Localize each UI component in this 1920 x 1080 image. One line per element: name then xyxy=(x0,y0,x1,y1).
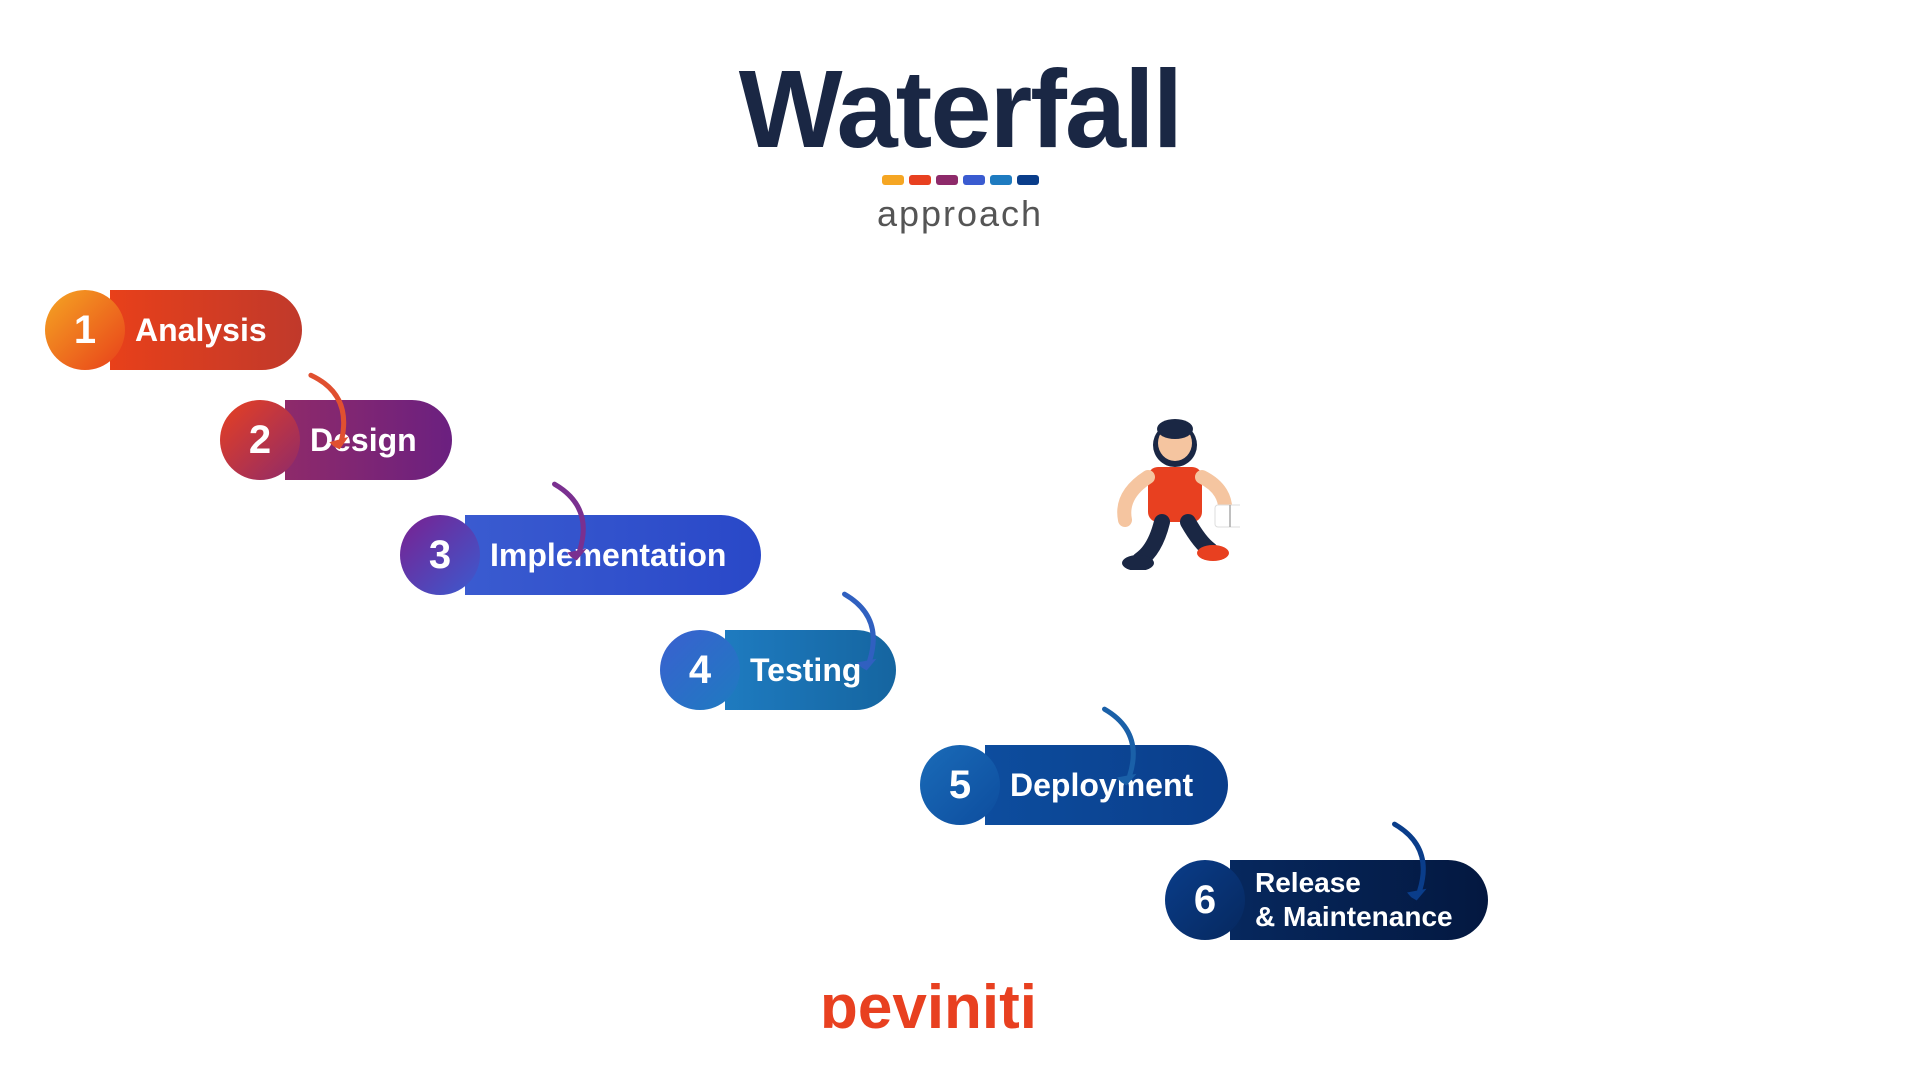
step-1-number: 1 xyxy=(74,308,96,353)
deco-5 xyxy=(990,175,1012,185)
step-5-circle: 5 xyxy=(920,745,1000,825)
step-1-text: Analysis xyxy=(135,312,267,349)
step-2-number: 2 xyxy=(249,418,271,463)
step-1-pill: 1 Analysis xyxy=(45,290,302,370)
step-3-number: 3 xyxy=(429,533,451,578)
step-4-number: 4 xyxy=(689,648,711,693)
step-1-label: Analysis xyxy=(110,290,302,370)
brand-logo: ɒeviniti xyxy=(820,970,1100,1040)
step-4-circle: 4 xyxy=(660,630,740,710)
step-6-circle: 6 xyxy=(1165,860,1245,940)
title-decoration xyxy=(0,175,1920,185)
title-area: Waterfall approach xyxy=(0,0,1920,235)
deviniti-svg: ɒeviniti xyxy=(820,970,1100,1040)
step-6-number: 6 xyxy=(1194,878,1216,923)
person-illustration xyxy=(1110,415,1240,570)
title-waterfall: Waterfall xyxy=(0,55,1920,165)
step-3-circle: 3 xyxy=(400,515,480,595)
deco-3 xyxy=(936,175,958,185)
deco-2 xyxy=(909,175,931,185)
step-1-circle: 1 xyxy=(45,290,125,370)
step-1-row: 1 Analysis xyxy=(45,290,302,370)
svg-text:ɒeviniti: ɒeviniti xyxy=(820,973,1037,1040)
step-6-label: Release& Maintenance xyxy=(1230,860,1488,940)
deco-4 xyxy=(963,175,985,185)
deco-1 xyxy=(882,175,904,185)
step-3-label: Implementation xyxy=(465,515,761,595)
step-5-number: 5 xyxy=(949,763,971,808)
title-approach: approach xyxy=(0,193,1920,235)
deco-6 xyxy=(1017,175,1039,185)
